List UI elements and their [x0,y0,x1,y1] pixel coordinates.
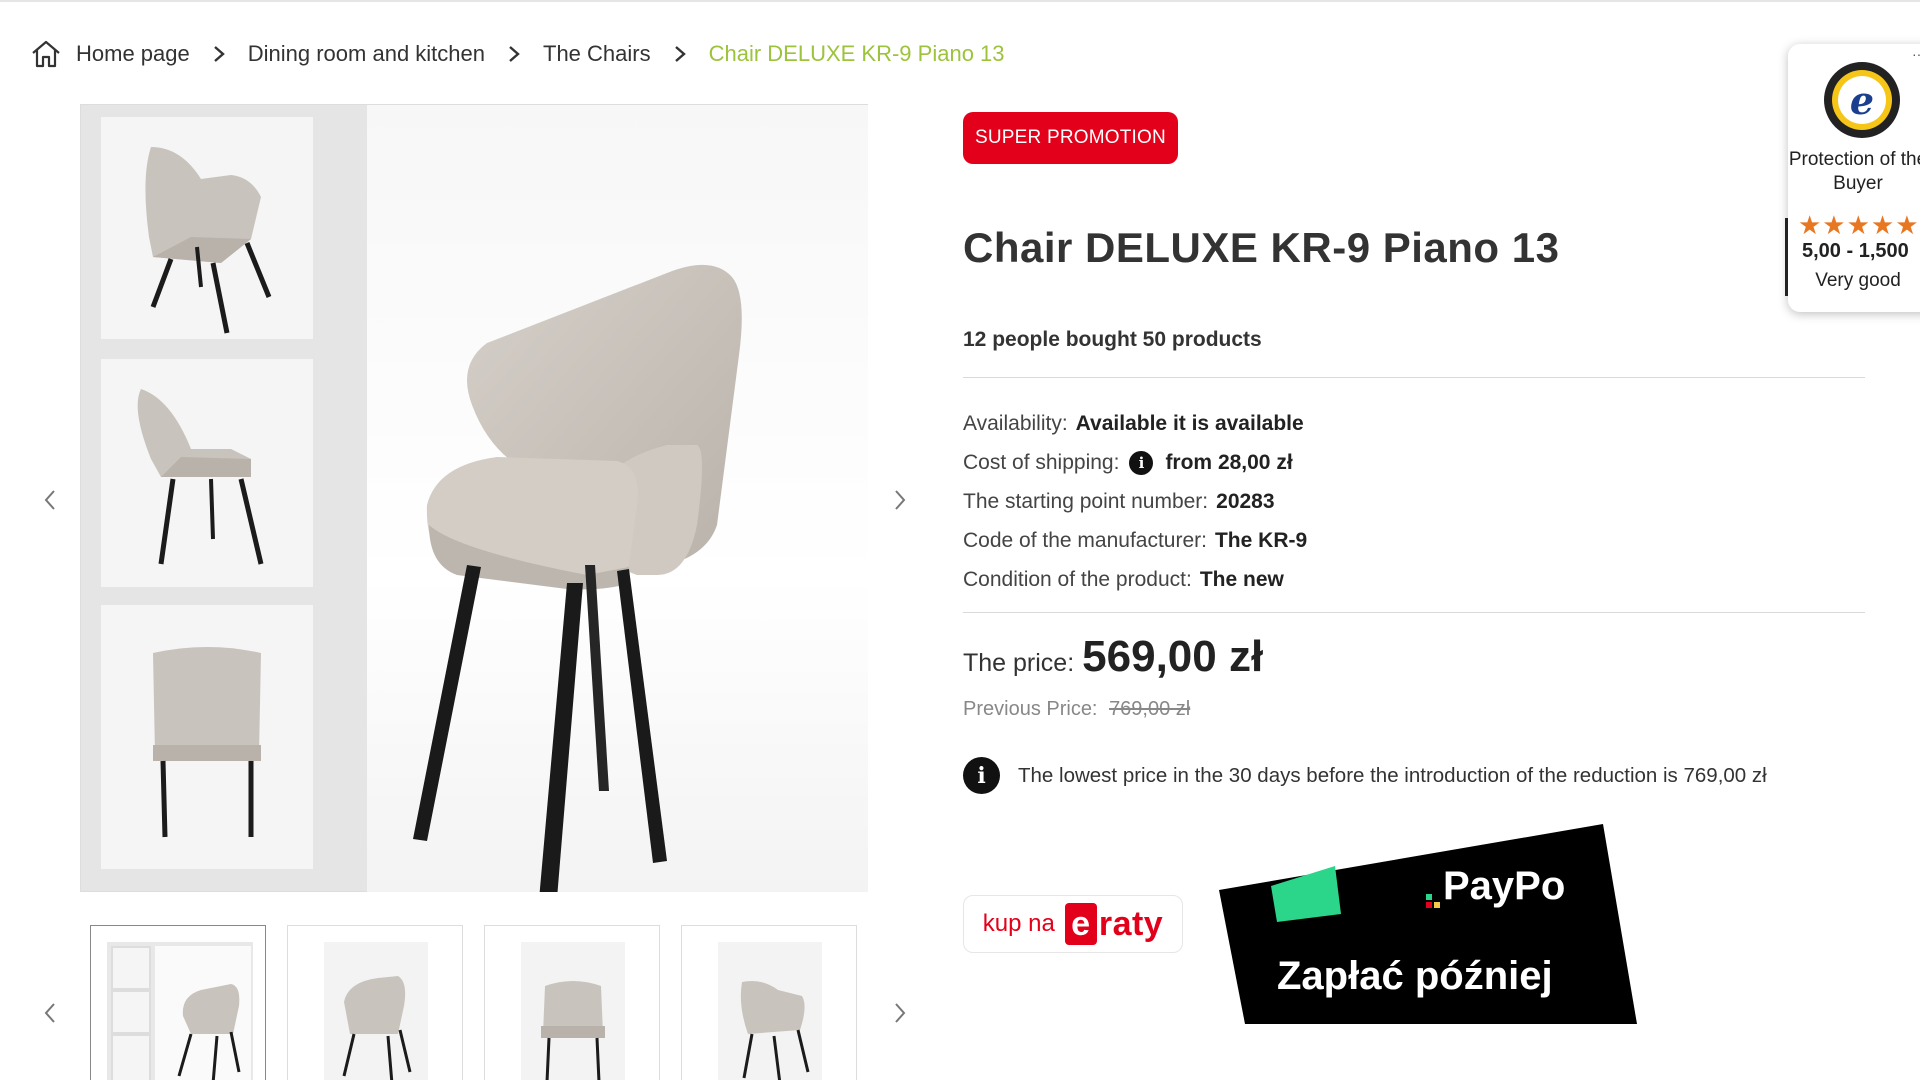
thumbnail-1[interactable] [90,925,266,1080]
gallery-thumbnail[interactable] [101,117,313,339]
purchase-count: 12 people bought 50 products [963,328,1262,351]
breadcrumb-current: Chair DELUXE KR-9 Piano 13 [708,41,1005,66]
rating-score: 5,00 - 1,500 [1802,240,1909,262]
product-title: Chair DELUXE KR-9 Piano 13 [963,224,1560,271]
gallery-thumbnail[interactable] [101,359,313,587]
spec-condition: Condition of the product: The new [963,560,1307,599]
spec-value: The KR-9 [1214,528,1308,552]
breadcrumb-dining[interactable]: Dining room and kitchen [248,41,485,67]
spec-value: The new [1199,567,1284,591]
product-specs: Availability: Available it is available … [963,404,1307,599]
spec-label: Condition of the product: [963,567,1192,591]
eraty-logo-initial: e [1064,903,1097,945]
chevron-right-icon [671,45,689,63]
spec-label: The starting point number: [963,489,1209,513]
thumbnail-2[interactable] [287,925,463,1080]
svg-text:e: e [1850,78,1874,123]
breadcrumb-home[interactable]: Home page [76,41,190,67]
thumbnail-strip [90,925,860,1080]
previous-price-value: 769,00 zł [1109,698,1191,720]
price-value: 569,00 zł [1082,632,1264,681]
spec-number: The starting point number: 20283 [963,482,1307,521]
promotion-badge: SUPER PROMOTION [963,112,1178,164]
trusted-shops-seal-icon: e [1822,60,1902,140]
eraty-button[interactable]: kup na e raty [963,895,1183,953]
chevron-right-icon [505,45,523,63]
lowest-price-note: i The lowest price in the 30 days before… [963,757,1767,794]
thumbnails-next-arrow[interactable] [880,993,920,1033]
previous-price-row: Previous Price: 769,00 zł [963,698,1190,721]
gallery-next-arrow[interactable] [880,480,920,520]
paypo-banner[interactable]: PayPo Zapłać później [1215,820,1645,1030]
top-divider [0,0,1920,2]
spec-manufacturer-code: Code of the manufacturer: The KR-9 [963,521,1307,560]
spec-value: Available it is available [1075,411,1304,435]
spec-value: 20283 [1216,489,1275,513]
spec-shipping: Cost of shipping: i from 28,00 zł [963,443,1307,482]
gallery-prev-arrow[interactable] [30,480,70,520]
thumbnails-prev-arrow[interactable] [30,993,70,1033]
chevron-right-icon [210,45,228,63]
main-product-photo[interactable] [367,105,868,892]
info-icon: i [963,757,1000,794]
paypo-slogan: Zapłać później [1277,954,1553,998]
previous-price-label: Previous Price: [963,698,1098,720]
price-row: The price: 569,00 zł [963,632,1263,682]
thumbnail-4[interactable] [681,925,857,1080]
breadcrumb-chairs[interactable]: The Chairs [543,41,651,67]
spec-label: Code of the manufacturer: [963,528,1207,552]
spec-availability: Availability: Available it is available [963,404,1307,443]
thumbnail-3[interactable] [484,925,660,1080]
price-label: The price: [963,649,1075,677]
rating-verdict: Very good [1815,270,1901,291]
divider [963,377,1865,378]
spec-value: from 28,00 zł [1165,450,1293,474]
eraty-prefix: kup na [982,910,1055,937]
trusted-protection-text: Protection of the Buyer [1788,149,1920,194]
spec-label: Availability: [963,411,1068,435]
divider [963,612,1865,613]
more-icon[interactable]: ··· [1912,46,1920,62]
rating-stars: ★★★★★ [1798,210,1920,240]
eraty-logo: e raty [1064,903,1164,945]
eraty-logo-rest: raty [1098,904,1164,943]
info-icon[interactable]: i [1129,450,1154,475]
spec-label: Cost of shipping: [963,450,1120,474]
trusted-shops-widget[interactable]: ··· e Protection of the Buyer ★★★★★ 5,00… [1785,44,1920,312]
breadcrumb: Home page Dining room and kitchen The Ch… [30,34,1005,74]
paypo-logo: PayPo [1443,864,1566,908]
lowest-price-text: The lowest price in the 30 days before t… [1018,763,1767,787]
home-icon[interactable] [30,38,62,70]
product-gallery [80,104,868,892]
gallery-thumbnail[interactable] [101,605,313,869]
